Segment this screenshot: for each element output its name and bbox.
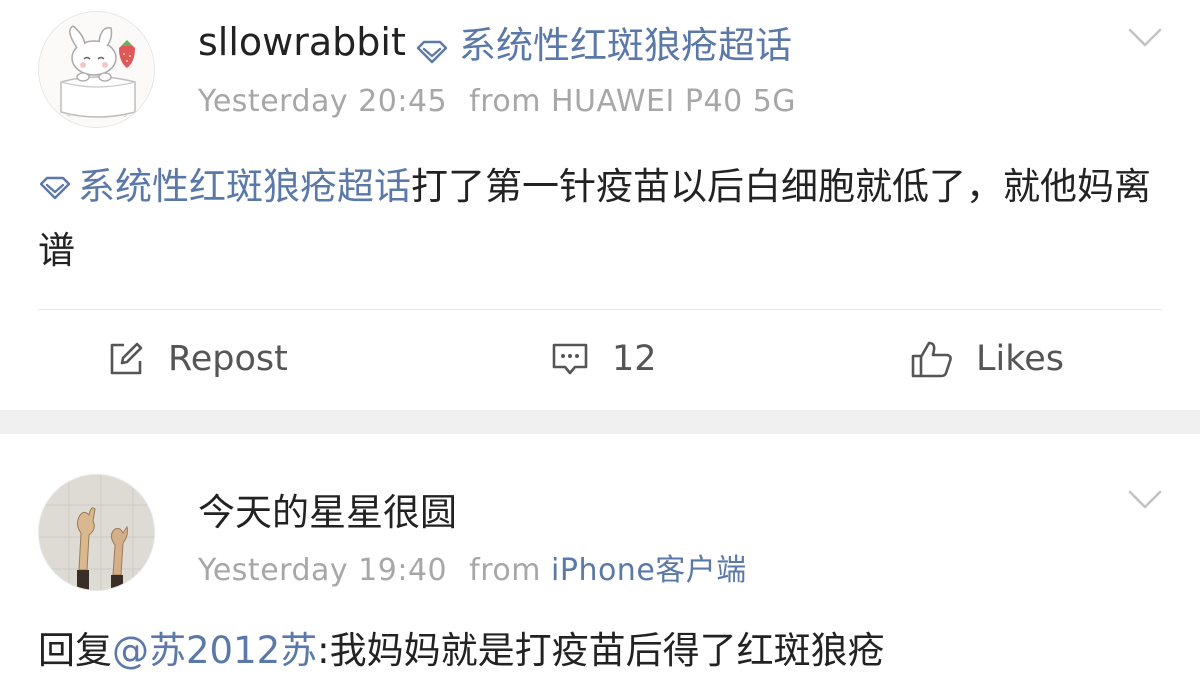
comment-content: 回复@苏2012苏:我妈妈就是打疫苗后得了红斑狼疮	[38, 619, 1162, 683]
supertopic-inline-link[interactable]: 系统性红斑狼疮超话	[38, 165, 411, 208]
reply-prefix: 回复	[38, 629, 112, 672]
post-separator	[0, 410, 1200, 434]
post-content: 系统性红斑狼疮超话打了第一针疫苗以后白细胞就低了，就他妈离谱	[38, 155, 1162, 283]
post-time: Yesterday 20:45	[198, 84, 448, 119]
avatar[interactable]	[38, 11, 155, 128]
hands-photo	[39, 475, 154, 590]
post-source: from HUAWEI P40 5G	[469, 84, 797, 119]
like-label: Likes	[976, 339, 1065, 379]
comment-icon	[552, 343, 588, 375]
reply-text: :我妈妈就是打疫苗后得了红斑狼疮	[317, 629, 885, 672]
supertopic-link[interactable]: 系统性红斑狼疮超话	[415, 20, 792, 67]
supertopic-label: 系统性红斑狼疮超话	[459, 24, 792, 67]
like-button[interactable]: Likes	[910, 330, 1064, 388]
thumbs-up-icon	[911, 341, 952, 378]
chevron-down-icon[interactable]	[1128, 27, 1162, 49]
avatar[interactable]	[38, 474, 155, 591]
divider	[38, 309, 1162, 310]
action-bar: Repost 12 Likes	[0, 330, 1200, 388]
comment-count: 12	[612, 339, 657, 379]
comment-meta: Yesterday 19:40 from iPhone客户端	[198, 553, 747, 589]
rabbit-illustration	[39, 12, 154, 127]
client-link[interactable]: iPhone客户端	[551, 553, 747, 588]
mention-link[interactable]: @苏2012苏	[112, 629, 317, 672]
diamond-icon	[415, 30, 449, 64]
comment-source-prefix: from	[469, 553, 541, 588]
repost-label: Repost	[168, 339, 288, 379]
comment-time: Yesterday 19:40	[198, 553, 448, 588]
supertopic-inline-label: 系统性红斑狼疮超话	[78, 165, 411, 208]
post-meta: Yesterday 20:45 from HUAWEI P40 5G	[198, 84, 796, 120]
repost-button[interactable]: Repost	[106, 330, 288, 388]
diamond-icon	[38, 156, 72, 200]
comment-item: 今天的星星很圆 Yesterday 19:40 from iPhone客户端 回复…	[0, 434, 1200, 693]
weibo-post: sllowrabbit 系统性红斑狼疮超话 Yesterday 20:45 fro…	[0, 0, 1200, 410]
username[interactable]: sllowrabbit	[198, 20, 406, 64]
edit-icon	[110, 342, 143, 375]
chevron-down-icon[interactable]	[1128, 489, 1162, 511]
comment-button[interactable]: 12	[550, 330, 657, 388]
username[interactable]: 今天的星星很圆	[198, 491, 457, 535]
